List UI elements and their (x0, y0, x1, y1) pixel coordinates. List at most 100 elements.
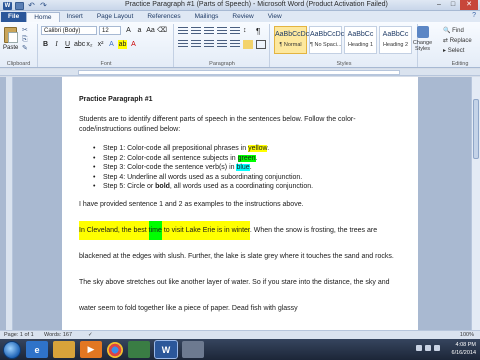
clock-time: 4:08 PM (455, 342, 476, 348)
tab-view[interactable]: View (261, 12, 289, 22)
replace-label: Replace (449, 38, 472, 44)
style-normal[interactable]: AaBbCcDc ¶ Normal (274, 26, 309, 54)
maximize-icon[interactable]: □ (446, 0, 460, 10)
system-tray (416, 345, 440, 351)
tab-review[interactable]: Review (225, 12, 260, 22)
style-heading-1[interactable]: AaBbCc Heading 1 (344, 26, 377, 54)
zoom-level[interactable]: 100% (460, 332, 474, 338)
superscript-button[interactable]: x² (96, 40, 105, 49)
tab-page-layout[interactable]: Page Layout (90, 12, 141, 22)
align-center-icon[interactable] (191, 40, 201, 49)
select-button[interactable]: ▸ Select (443, 47, 464, 54)
numbering-icon[interactable] (191, 27, 201, 36)
format-painter-icon[interactable]: ✎ (22, 45, 32, 52)
italic-button[interactable]: I (52, 40, 61, 49)
grow-font-icon[interactable]: A (124, 26, 133, 35)
font-color-icon[interactable]: A (129, 40, 138, 49)
bullets-icon[interactable] (178, 27, 188, 36)
sort-icon[interactable]: ↕ (243, 27, 253, 36)
find-button[interactable]: 🔍 Find (443, 27, 464, 34)
undo-icon[interactable]: ↶ (27, 1, 36, 10)
highlight-yellow: to visit Lake Erie (161, 221, 216, 240)
step-text: Step 5: Circle or (103, 183, 156, 190)
align-left-icon[interactable] (178, 40, 188, 49)
clear-formatting-icon[interactable]: ⌫ (157, 26, 167, 35)
step-text-end: . (255, 154, 258, 162)
justify-icon[interactable] (217, 40, 227, 49)
replace-button[interactable]: ⇄ Replace (443, 37, 472, 44)
text-effects-icon[interactable]: A (107, 40, 116, 49)
change-styles-button[interactable]: Change Styles (410, 26, 435, 52)
network-icon[interactable] (416, 345, 422, 351)
page-count[interactable]: Page: 1 of 1 (4, 332, 34, 338)
shading-icon[interactable] (243, 40, 253, 49)
style-sample: AaBbCc (382, 31, 409, 38)
increase-indent-icon[interactable] (230, 27, 240, 36)
copy-icon[interactable]: ⎘ (22, 36, 32, 43)
step-highlight: yellow (248, 145, 268, 152)
flag-icon[interactable] (434, 345, 440, 351)
paste-label[interactable]: Paste (3, 45, 18, 51)
tab-references[interactable]: References (140, 12, 187, 22)
styles-group-label: Styles (336, 61, 352, 67)
chrome-icon[interactable] (107, 341, 123, 358)
decrease-indent-icon[interactable] (217, 27, 227, 36)
shrink-font-icon[interactable]: a (135, 26, 144, 35)
highlight-color-icon[interactable]: ab (118, 40, 127, 49)
step-text: Step 4: Underline all words used as a su… (103, 173, 303, 181)
help-icon[interactable]: ? (472, 12, 476, 19)
show-formatting-icon[interactable]: ¶ (256, 27, 266, 36)
media-player-icon[interactable]: ▶ (80, 341, 102, 358)
bold-button[interactable]: B (41, 40, 50, 49)
tab-mailings[interactable]: Mailings (188, 12, 226, 22)
font-group: Calibri (Body) 12 A a Aa ⌫ B I U abc x₂ … (39, 24, 174, 67)
app-icon[interactable] (128, 341, 150, 358)
find-label: Find (452, 28, 464, 34)
tab-file[interactable]: File (1, 12, 27, 22)
save-icon[interactable] (15, 1, 24, 10)
vertical-scrollbar[interactable] (471, 77, 480, 330)
redo-icon[interactable]: ↷ (39, 1, 48, 10)
tab-home[interactable]: Home (26, 12, 60, 22)
proofing-icon[interactable]: ✓ (88, 332, 93, 338)
font-name-select[interactable]: Calibri (Body) (41, 26, 97, 35)
borders-icon[interactable] (256, 40, 266, 49)
word-taskbar-icon[interactable]: W (154, 340, 178, 359)
highlight-yellow: In Cleveland (79, 221, 118, 240)
style-sample: AaBbCc (347, 31, 374, 38)
multilevel-list-icon[interactable] (204, 27, 214, 36)
window-controls: – □ ✕ (432, 0, 478, 10)
align-right-icon[interactable] (204, 40, 214, 49)
list-item: Step 3: Color-code the sentence verb(s) … (93, 163, 383, 173)
subscript-button[interactable]: x₂ (85, 40, 94, 49)
word-app-icon[interactable]: W (3, 1, 12, 10)
tab-insert[interactable]: Insert (60, 12, 90, 22)
intro-text: Students are to identify different parts… (79, 116, 356, 133)
strikethrough-button[interactable]: abc (74, 40, 85, 49)
app-icon[interactable] (182, 341, 204, 358)
step-highlight: green (237, 154, 256, 162)
word-count[interactable]: Words: 167 (44, 332, 72, 338)
horizontal-ruler[interactable] (0, 69, 480, 76)
document-page[interactable]: Practice Paragraph #1 Students are to id… (62, 77, 418, 330)
internet-explorer-icon[interactable]: e (26, 341, 48, 358)
underline-button[interactable]: U (63, 40, 72, 49)
minimize-icon[interactable]: – (432, 0, 446, 10)
start-button[interactable] (3, 340, 21, 359)
highlight-green: time (148, 221, 162, 240)
clock[interactable]: 4:08 PM 6/16/2014 (452, 341, 476, 357)
style-heading-2[interactable]: AaBbCc Heading 2 (379, 26, 412, 54)
font-size-select[interactable]: 12 (99, 26, 121, 35)
cut-icon[interactable]: ✂ (22, 27, 32, 34)
paste-icon[interactable] (4, 27, 18, 43)
change-case-icon[interactable]: Aa (146, 26, 155, 35)
close-icon[interactable]: ✕ (460, 0, 478, 10)
vertical-ruler[interactable] (6, 77, 13, 330)
change-styles-icon (416, 26, 429, 38)
line-spacing-icon[interactable] (230, 40, 240, 49)
volume-icon[interactable] (425, 345, 431, 351)
scroll-thumb[interactable] (473, 99, 479, 159)
file-explorer-icon[interactable] (53, 341, 75, 358)
font-format-buttons: B I U abc x₂ x² A ab A (41, 40, 138, 49)
style-no-spacing[interactable]: AaBbCcDc ¶ No Spaci... (309, 26, 344, 54)
